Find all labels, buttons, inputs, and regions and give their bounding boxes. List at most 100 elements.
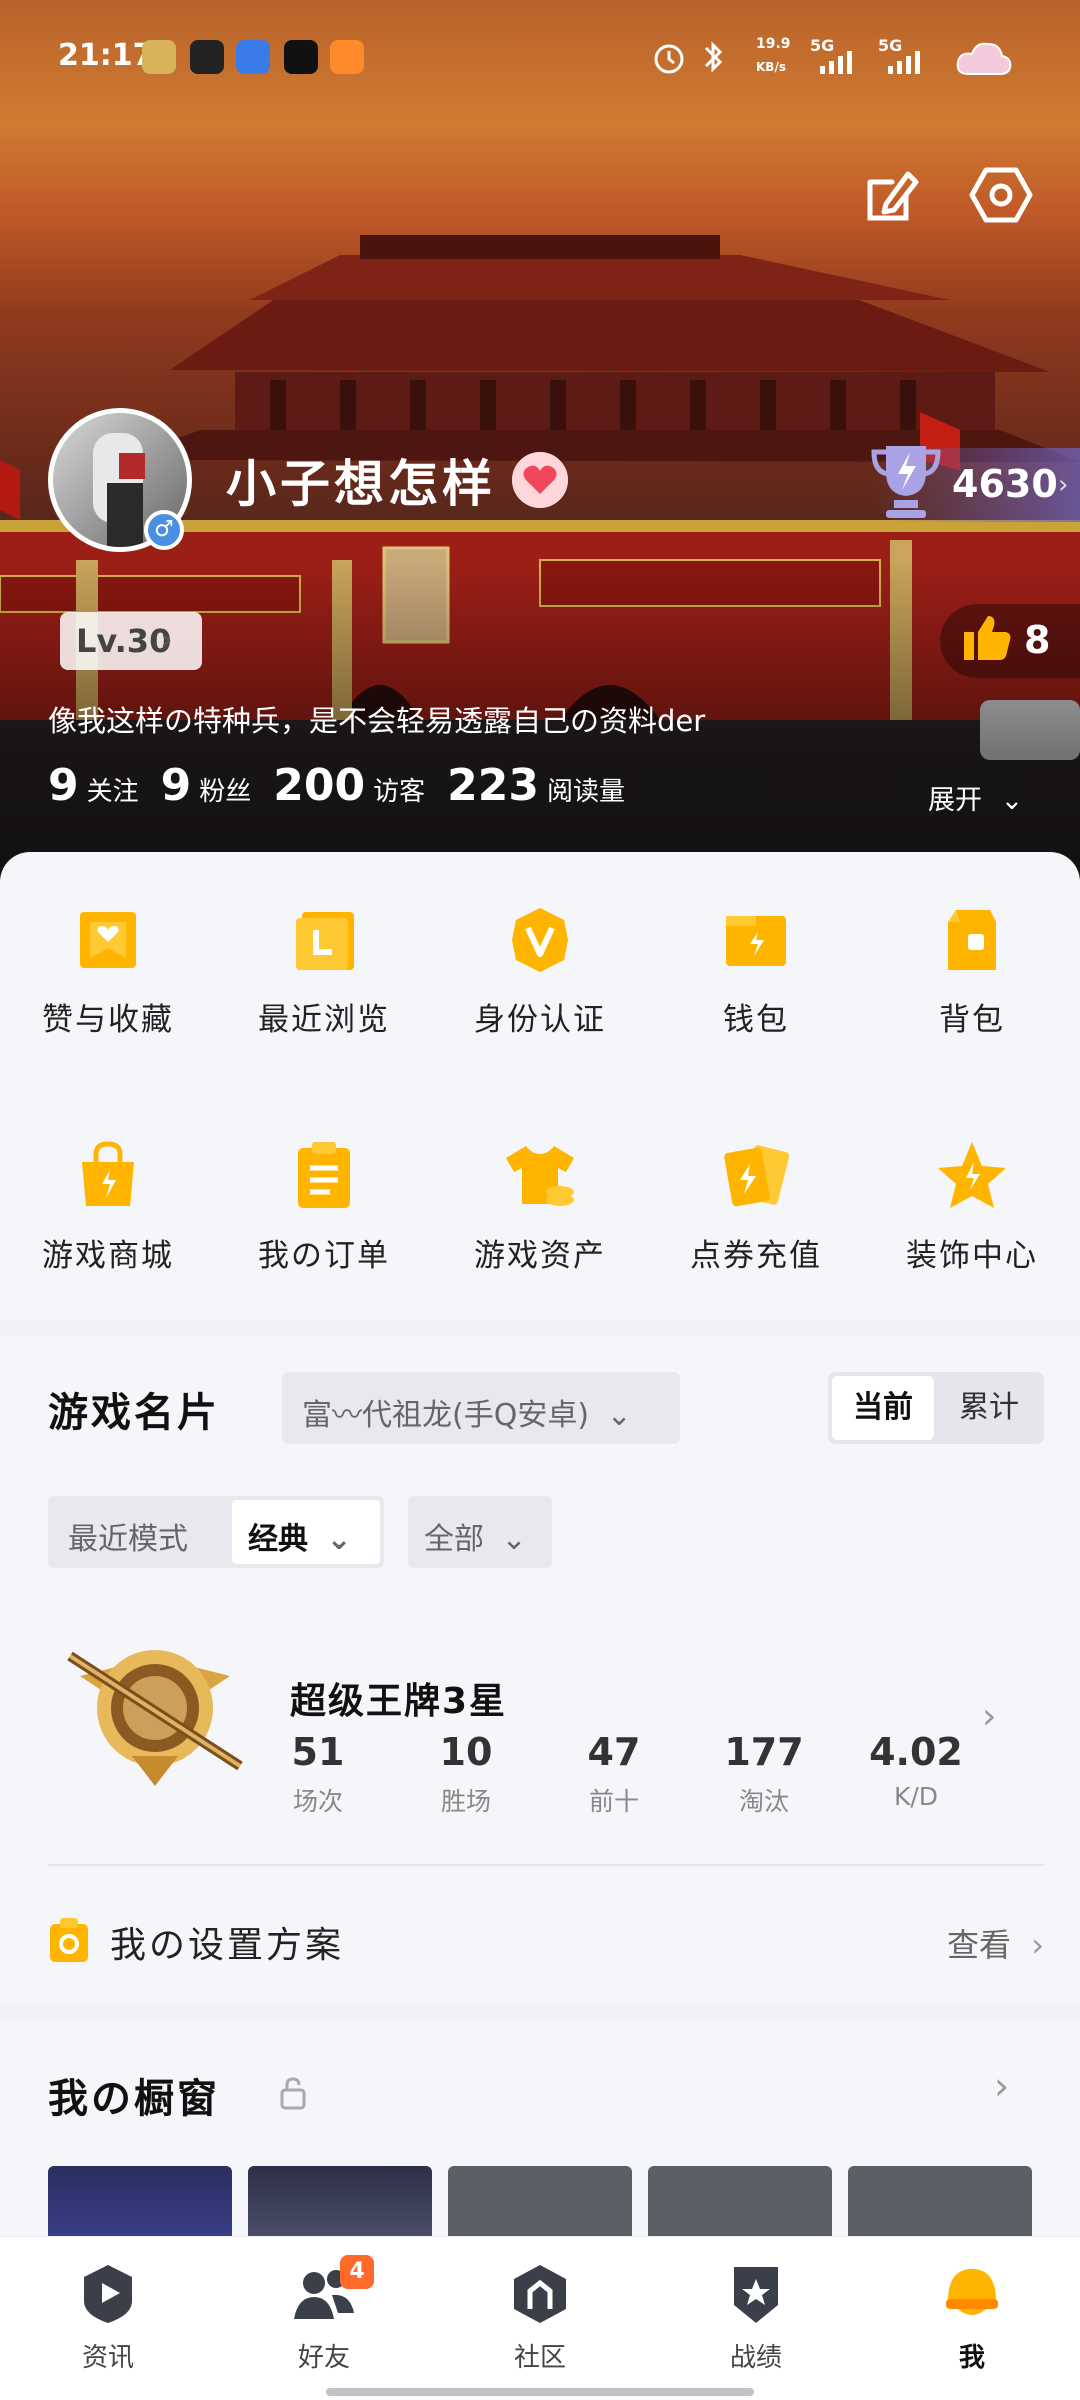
tab-records[interactable]: 战绩 — [648, 2261, 864, 2374]
tab-label: 我 — [958, 2343, 985, 2373]
edit-profile-button[interactable] — [856, 160, 926, 230]
divider — [48, 1864, 1044, 1866]
showcase-item[interactable] — [48, 2166, 232, 2240]
menu-wallet[interactable]: 钱包 — [648, 902, 864, 1039]
stat-label: 场次 — [292, 1787, 343, 1816]
tab-friends[interactable]: 4 好友 — [216, 2255, 432, 2374]
clock: 21:17 — [58, 38, 154, 73]
followers-count[interactable]: 9 — [161, 760, 192, 811]
menu-label: 游戏商城 — [42, 1238, 174, 1274]
gender-badge: ♂ — [144, 510, 184, 550]
coupon-cards-icon — [724, 1145, 790, 1207]
wallet-icon — [726, 916, 786, 966]
menu-recharge[interactable]: 点券充值 — [648, 1138, 864, 1275]
my-settings-row[interactable]: 我の设置方案 查看 › — [48, 1910, 1044, 1970]
stat-eliminations: 177 淘汰 — [704, 1730, 824, 1818]
chevron-down-icon: ⌄ — [606, 1398, 632, 1433]
expand-button[interactable]: 展开 ⌄ — [928, 778, 1023, 817]
chevron-down-icon: ⌄ — [501, 1522, 527, 1557]
app-icon — [236, 40, 270, 74]
menu-backpack[interactable]: 背包 — [864, 902, 1080, 1039]
heart-folder-icon — [80, 912, 136, 968]
menu-identity-verify[interactable]: 身份认证 — [432, 902, 648, 1039]
tab-news[interactable]: 资讯 — [0, 2261, 216, 2374]
backpack-icon — [948, 910, 996, 970]
menu-label: 最近浏览 — [258, 1002, 390, 1038]
menu-label: 点券充值 — [690, 1238, 822, 1274]
menu-game-assets[interactable]: 游戏资产 — [432, 1138, 648, 1275]
menu-game-shop[interactable]: 游戏商城 — [0, 1138, 216, 1275]
followers-label: 粉丝 — [199, 777, 252, 807]
settings-button[interactable] — [966, 160, 1036, 230]
scope-select[interactable]: 全部 ⌄ — [408, 1496, 552, 1568]
view-label: 查看 — [947, 1926, 1012, 1964]
friends-badge: 4 — [340, 2255, 374, 2289]
following-label: 关注 — [86, 777, 139, 807]
heart-icon[interactable] — [512, 452, 568, 508]
mode-select[interactable]: 经典 ⌄ — [232, 1500, 380, 1564]
rank-badge-icon — [67, 1650, 243, 1786]
view-button[interactable]: 查看 › — [947, 1920, 1044, 1966]
menu-my-orders[interactable]: 我の订单 — [216, 1138, 432, 1275]
chevron-down-icon: ⌄ — [1000, 785, 1024, 816]
reads-count[interactable]: 223 — [447, 760, 539, 811]
tab-me[interactable]: 我 — [864, 2261, 1080, 2374]
menu-label: 背包 — [939, 1002, 1005, 1038]
like-count: 8 — [1024, 618, 1051, 662]
chevron-right-icon: › — [1058, 470, 1069, 500]
mode-value: 经典 — [248, 1522, 308, 1557]
tab-label: 社区 — [513, 2343, 566, 2373]
server-value: 富〰代祖龙(手Q安卓) — [302, 1398, 590, 1433]
visitors-count[interactable]: 200 — [273, 760, 365, 811]
showcase-item[interactable] — [448, 2166, 632, 2240]
home-indicator[interactable] — [326, 2388, 754, 2396]
showcase-section: 我の橱窗 › — [0, 2020, 1080, 2240]
tab-community[interactable]: 社区 — [432, 2261, 648, 2374]
trophy-score: 4630 — [952, 462, 1058, 506]
menu-decoration-center[interactable]: 装饰中心 — [864, 1138, 1080, 1275]
chevron-down-icon: ⌄ — [326, 1522, 352, 1557]
tab-label: 好友 — [297, 2343, 350, 2373]
following-count[interactable]: 9 — [48, 760, 79, 811]
mode-filter[interactable]: 最近模式 经典 ⌄ — [48, 1496, 384, 1568]
signal-icon — [820, 51, 852, 74]
bluetooth-icon — [704, 41, 723, 73]
menu-recent-browse[interactable]: 最近浏览 — [216, 902, 432, 1039]
section-title: 游戏名片 — [48, 1390, 220, 1436]
menu-label: 我の订单 — [258, 1238, 390, 1274]
battery-cloud-icon — [956, 42, 1012, 75]
chevron-right-icon[interactable]: › — [994, 2064, 1009, 2108]
menu-label: 身份认证 — [474, 1002, 606, 1038]
menu-likes-favorites[interactable]: 赞与收藏 — [0, 902, 216, 1039]
menu-label: 游戏资产 — [474, 1238, 606, 1274]
stat-value: 51 — [291, 1730, 345, 1774]
tshirt-coins-icon — [506, 1146, 574, 1206]
profile-stats: 9 关注 9 粉丝 200 访客 223 阅读量 — [48, 760, 647, 820]
tab-label: 资讯 — [81, 2343, 134, 2373]
me-helmet-icon — [946, 2269, 998, 2315]
showcase-item[interactable] — [648, 2166, 832, 2240]
stat-value: 47 — [587, 1730, 641, 1774]
chat-app-icon — [330, 40, 364, 74]
showcase-item[interactable] — [248, 2166, 432, 2240]
mode-label: 最近模式 — [68, 1522, 188, 1557]
scope-value: 全部 — [424, 1522, 484, 1557]
server-select[interactable]: 富〰代祖龙(手Q安卓) ⌄ — [282, 1372, 680, 1444]
recent-browse-icon — [296, 912, 354, 970]
showcase-item[interactable] — [848, 2166, 1032, 2240]
stat-kd: 4.02 K/D — [856, 1730, 976, 1811]
clipboard-icon — [298, 1142, 350, 1208]
chevron-right-icon: › — [160, 620, 173, 658]
rank-detail-chevron-icon[interactable]: › — [982, 1696, 996, 1737]
app-icon — [284, 40, 318, 74]
menu-label: 赞与收藏 — [42, 1002, 174, 1038]
qq-icon — [190, 40, 224, 74]
settings-plan-icon — [50, 1918, 88, 1962]
level-text: Lv.30 — [76, 622, 172, 660]
bottom-nav: 资讯 4 好友 社区 战绩 我 — [0, 2236, 1080, 2400]
seg-current[interactable]: 当前 — [832, 1376, 934, 1440]
stat-range-toggle: 当前 累计 — [828, 1372, 1044, 1444]
stat-label: 淘汰 — [738, 1787, 789, 1816]
seg-total[interactable]: 累计 — [938, 1376, 1040, 1440]
signal-icon — [888, 51, 920, 74]
